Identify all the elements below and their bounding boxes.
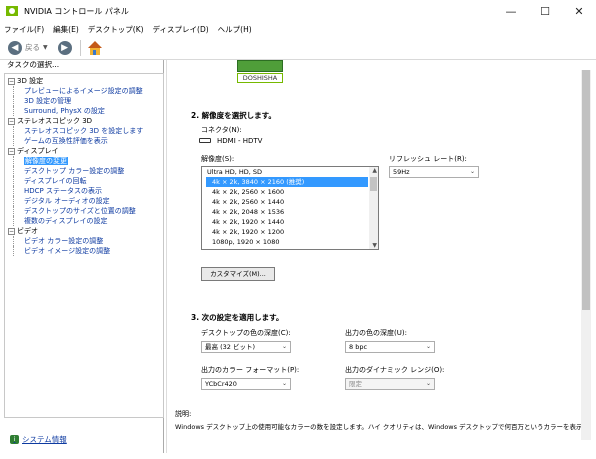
- resolution-option[interactable]: 4k × 2k, 2048 × 1536: [202, 207, 378, 217]
- tree-item-surround-physx[interactable]: Surround, PhysX の設定: [13, 106, 105, 116]
- section-3-title: 3. 次の設定を適用します。: [191, 313, 284, 322]
- system-info-label[interactable]: システム情報: [22, 434, 67, 445]
- system-info-icon: i: [10, 435, 19, 444]
- output-dynamic-range-value: 限定: [349, 380, 362, 388]
- tree-item-manage-3d[interactable]: 3D 設定の管理: [13, 96, 71, 106]
- system-info-link[interactable]: i システム情報: [10, 434, 67, 445]
- listbox-scrollbar[interactable]: ▲ ▼: [369, 167, 378, 249]
- tree-item-digital-audio[interactable]: デジタル オーディオの設定: [13, 196, 110, 206]
- resolution-option[interactable]: 4k × 2k, 1920 × 1200: [202, 227, 378, 237]
- output-color-depth-label: 出力の色の深度(U):: [345, 329, 407, 337]
- tree-item-video-image[interactable]: ビデオ イメージ設定の調整: [13, 246, 110, 256]
- resolution-label: 解像度(S):: [201, 155, 235, 163]
- resolution-option-selected[interactable]: 4k × 2k, 3840 × 2160 (推奨): [206, 177, 368, 187]
- title-bar: NVIDIA コントロール パネル — ☐ ✕: [0, 0, 596, 22]
- resolution-option[interactable]: 4k × 2k, 1920 × 1440: [202, 217, 378, 227]
- collapse-icon[interactable]: −: [8, 227, 15, 235]
- resolution-option[interactable]: 1080p, 1920 × 1080: [202, 237, 378, 247]
- task-header: タスクの選択...: [7, 60, 60, 69]
- output-dynamic-range-select: 限定 ⌄: [345, 378, 435, 390]
- refresh-rate-select[interactable]: 59Hz ⌄: [389, 166, 479, 178]
- tree-item-desktop-size[interactable]: デスクトップのサイズと位置の調整: [13, 206, 136, 216]
- customize-button[interactable]: カスタマイズ(M)...: [201, 267, 275, 281]
- output-color-depth-value: 8 bpc: [349, 343, 368, 351]
- section-2-title: 2. 解像度を選択します。: [191, 111, 276, 120]
- tree-item-image-preview[interactable]: プレビューによるイメージ設定の調整: [13, 86, 143, 96]
- tree-category-stereo[interactable]: − ステレオスコピック 3D: [8, 116, 92, 126]
- tree-item-change-resolution[interactable]: 解像度の変更: [13, 156, 68, 166]
- description-heading: 説明:: [175, 410, 192, 418]
- scroll-up-icon[interactable]: ▲: [372, 167, 377, 174]
- window-title: NVIDIA コントロール パネル: [24, 6, 129, 16]
- tree-category-display[interactable]: − ディスプレイ: [8, 146, 59, 156]
- home-icon[interactable]: [87, 40, 103, 56]
- tree-item-multi-display[interactable]: 複数のディスプレイの設定: [13, 216, 108, 226]
- task-tree: −3D 設定 プレビューによるイメージ設定の調整 3D 設定の管理 Surrou…: [4, 73, 164, 418]
- tree-item-game-compat[interactable]: ゲームの互換性評価を表示: [13, 136, 108, 146]
- chevron-down-icon: ⌄: [425, 380, 431, 387]
- resolution-option[interactable]: 4k × 2k, 2560 × 1440: [202, 197, 378, 207]
- tree-item-rotate-display[interactable]: ディスプレイの回転: [13, 176, 87, 186]
- resolution-group-header: Ultra HD, HD, SD: [207, 168, 263, 176]
- nvidia-logo-icon: [6, 6, 18, 16]
- back-dropdown-icon[interactable]: ▼: [43, 44, 48, 51]
- main-panel: DOSHISHA 2. 解像度を選択します。 コネクタ(N): HDMI - H…: [166, 60, 594, 453]
- connector-value: HDMI - HDTV: [217, 137, 263, 145]
- toolbar-divider: [79, 39, 81, 56]
- listbox-scroll-thumb[interactable]: [370, 177, 377, 191]
- description-box: 説明: Windows デスクトップ上の使用可能なカラーの数を設定します。ハイ …: [175, 409, 585, 435]
- tree-category-video[interactable]: − ビデオ: [8, 226, 38, 236]
- refresh-rate-label: リフレッシュ レート(R):: [389, 155, 467, 163]
- toolbar: ◀ 戻る ▼ ▶: [0, 36, 596, 60]
- collapse-icon[interactable]: −: [8, 117, 15, 125]
- collapse-icon[interactable]: −: [8, 77, 15, 85]
- forward-arrow-icon[interactable]: ▶: [57, 40, 72, 55]
- monitor-label[interactable]: DOSHISHA: [237, 73, 283, 83]
- task-sidebar: タスクの選択... −3D 設定 プレビューによるイメージ設定の調整 3D 設定…: [4, 60, 164, 453]
- close-button[interactable]: ✕: [562, 0, 596, 22]
- output-color-format-select[interactable]: YCbCr420 ⌄: [201, 378, 291, 390]
- output-color-depth-select[interactable]: 8 bpc ⌄: [345, 341, 435, 353]
- refresh-rate-value: 59Hz: [393, 168, 410, 176]
- minimize-button[interactable]: —: [494, 0, 528, 22]
- resolution-option[interactable]: 4k × 2k, 2560 × 1600: [202, 187, 378, 197]
- chevron-down-icon: ⌄: [425, 343, 431, 350]
- output-dynamic-range-label: 出力のダイナミック レンジ(O):: [345, 366, 445, 374]
- menu-file[interactable]: ファイル(F): [4, 24, 44, 35]
- desktop-color-depth-select[interactable]: 最高 (32 ビット) ⌄: [201, 341, 291, 353]
- main-scroll-thumb[interactable]: [582, 70, 590, 310]
- menu-desktop[interactable]: デスクトップ(K): [88, 24, 144, 35]
- tree-item-desktop-color[interactable]: デスクトップ カラー設定の調整: [13, 166, 124, 176]
- desktop-color-depth-label: デスクトップの色の深度(C):: [201, 329, 291, 337]
- menu-help[interactable]: ヘルプ(H): [218, 24, 252, 35]
- output-color-format-value: YCbCr420: [205, 380, 237, 388]
- back-arrow-icon[interactable]: ◀: [8, 40, 22, 55]
- chevron-down-icon: ⌄: [281, 380, 287, 387]
- scroll-down-icon[interactable]: ▼: [372, 242, 377, 249]
- connector-label: コネクタ(N):: [201, 126, 242, 134]
- tree-item-setup-stereo[interactable]: ステレオスコピック 3D を設定します: [13, 126, 143, 136]
- hdmi-icon: [199, 138, 211, 143]
- tree-category-3d[interactable]: −3D 設定: [8, 76, 43, 86]
- chevron-down-icon: ⌄: [469, 168, 475, 175]
- maximize-button[interactable]: ☐: [528, 0, 562, 22]
- menu-bar: ファイル(F) 編集(E) デスクトップ(K) ディスプレイ(D) ヘルプ(H): [0, 22, 596, 36]
- resolution-listbox[interactable]: Ultra HD, HD, SD 4k × 2k, 3840 × 2160 (推…: [201, 166, 379, 250]
- desktop-color-depth-value: 最高 (32 ビット): [205, 343, 255, 351]
- tree-item-hdcp-status[interactable]: HDCP ステータスの表示: [13, 186, 102, 196]
- window-controls: — ☐ ✕: [494, 0, 596, 22]
- chevron-down-icon: ⌄: [281, 343, 287, 350]
- menu-edit[interactable]: 編集(E): [53, 24, 79, 35]
- main-scrollbar[interactable]: [581, 70, 591, 440]
- menu-display[interactable]: ディスプレイ(D): [153, 24, 209, 35]
- tree-item-video-color[interactable]: ビデオ カラー設定の調整: [13, 236, 103, 246]
- description-text: Windows デスクトップ上の使用可能なカラーの数を設定します。ハイ クオリテ…: [175, 423, 583, 431]
- output-color-format-label: 出力のカラー フォーマット(P):: [201, 366, 300, 374]
- back-button-label[interactable]: 戻る: [25, 42, 40, 53]
- collapse-icon[interactable]: −: [8, 147, 15, 155]
